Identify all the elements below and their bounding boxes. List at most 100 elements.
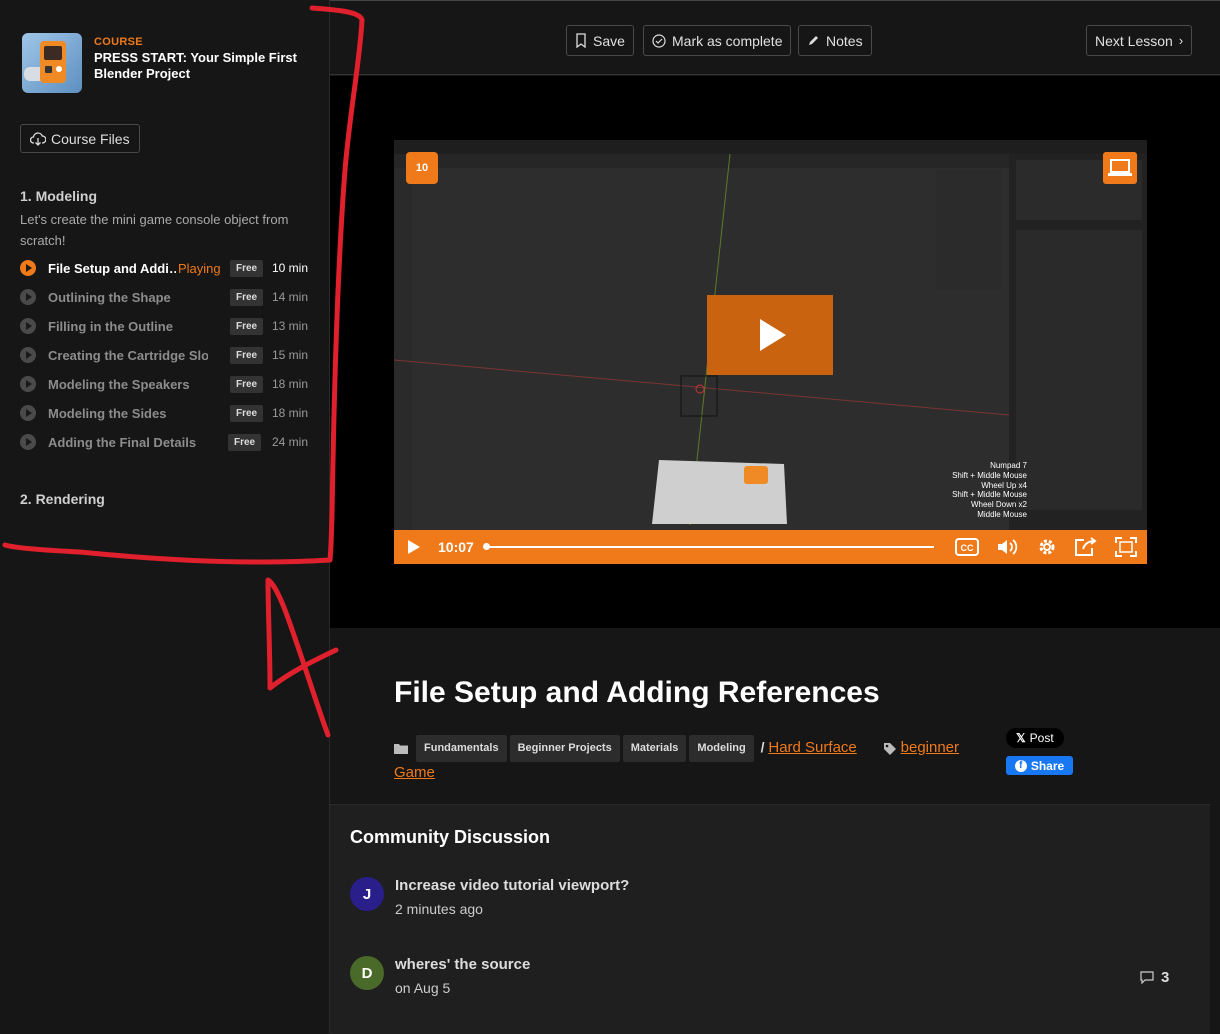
tag-link[interactable]: beginner: [901, 739, 959, 756]
lesson-item[interactable]: File Setup and Addi… Playing Free 10 min: [20, 258, 310, 278]
category-tag[interactable]: Materials: [622, 735, 687, 762]
video-time: 10:07: [438, 539, 474, 555]
x-logo-icon: 𝕏: [1016, 731, 1026, 745]
discussion-post[interactable]: J Increase video tutorial viewport? 2 mi…: [350, 877, 629, 917]
play-circle-icon: [20, 318, 36, 334]
avatar: J: [350, 877, 384, 911]
lesson-name: Filling in the Outline: [48, 318, 173, 334]
lesson-duration: 13 min: [271, 319, 308, 333]
video-player[interactable]: 10 Numpad 7 Shift + Middle Mouse Wheel U…: [394, 140, 1147, 564]
lesson-item[interactable]: Modeling the Sides Free 18 min: [20, 403, 310, 423]
course-label: COURSE: [94, 36, 143, 48]
share-icon[interactable]: [1074, 537, 1098, 557]
lesson-name: Adding the Final Details: [48, 434, 197, 450]
save-button[interactable]: Save: [566, 25, 634, 56]
section-title-rendering[interactable]: 2. Rendering: [20, 491, 105, 507]
video-controls: 10:07 CC: [394, 530, 1147, 564]
category-link[interactable]: Hard Surface: [768, 739, 856, 756]
svg-text:CC: CC: [961, 543, 974, 553]
section-title-modeling[interactable]: 1. Modeling: [20, 188, 97, 204]
fullscreen-icon[interactable]: [1115, 537, 1137, 557]
play-circle-icon: [20, 405, 36, 421]
reply-count[interactable]: 3: [1140, 969, 1169, 986]
post-time: on Aug 5: [395, 980, 451, 996]
discussion-post[interactable]: D wheres' the source on Aug 5: [350, 956, 530, 996]
check-circle-icon: [652, 33, 666, 48]
community-discussion: Community Discussion J Increase video tu…: [330, 804, 1210, 1034]
lesson-title: File Setup and Adding References: [394, 676, 880, 709]
course-files-button[interactable]: Course Files: [20, 124, 140, 153]
lesson-duration: 14 min: [271, 290, 308, 304]
play-circle-icon: [20, 289, 36, 305]
avatar: D: [350, 956, 384, 990]
progress-handle[interactable]: [483, 543, 490, 550]
keystroke-item: Wheel Up x4: [981, 480, 1027, 490]
settings-gear-icon[interactable]: [1037, 537, 1057, 557]
rewind-10-icon[interactable]: 10: [406, 152, 438, 184]
play-circle-icon: [20, 260, 36, 276]
post-title[interactable]: Increase video tutorial viewport?: [395, 877, 629, 894]
lesson-item[interactable]: Adding the Final Details Free 24 min: [20, 432, 310, 452]
reply-count-value: 3: [1161, 969, 1170, 986]
comment-icon: [1140, 971, 1154, 984]
x-post-button[interactable]: 𝕏 Post: [1006, 728, 1064, 748]
lesson-item[interactable]: Creating the Cartridge Slot Free 15 min: [20, 345, 310, 365]
next-lesson-button[interactable]: Next Lesson ›: [1086, 25, 1193, 56]
mark-complete-label: Mark as complete: [672, 32, 783, 49]
progress-bar[interactable]: [483, 543, 934, 550]
laptop-icon: [1103, 152, 1137, 184]
volume-icon[interactable]: [996, 538, 1018, 556]
save-label: Save: [593, 32, 625, 49]
lesson-name: Outlining the Shape: [48, 289, 171, 305]
keystroke-item: Shift + Middle Mouse: [952, 470, 1027, 480]
free-badge: Free: [230, 288, 264, 306]
lesson-duration: 15 min: [271, 348, 308, 362]
category-tag[interactable]: Modeling: [689, 735, 754, 762]
free-badge: Free: [230, 375, 264, 393]
pencil-icon: [809, 36, 818, 45]
section-description: Let's create the mini game console objec…: [20, 212, 289, 248]
video-area: 10 Numpad 7 Shift + Middle Mouse Wheel U…: [330, 76, 1220, 628]
playing-status: Playing: [178, 260, 221, 276]
lesson-tags: Fundamentals Beginner Projects Materials Mo…: [394, 735, 994, 783]
notes-button[interactable]: Notes: [798, 25, 872, 56]
lesson-duration: 18 min: [271, 377, 308, 391]
mark-complete-button[interactable]: Mark as complete: [643, 25, 792, 56]
discussion-title: Community Discussion: [350, 827, 551, 847]
lesson-item[interactable]: Modeling the Speakers Free 18 min: [20, 374, 310, 394]
keystroke-item: Numpad 7: [990, 461, 1027, 470]
lesson-name: Creating the Cartridge Slot: [48, 347, 208, 363]
course-header[interactable]: COURSE PRESS START: Your Simple First Bl…: [22, 33, 309, 93]
category-tag[interactable]: Beginner Projects: [509, 735, 620, 762]
lesson-item[interactable]: Filling in the Outline Free 13 min: [20, 316, 310, 336]
tag-icon: [883, 742, 896, 755]
tag-link[interactable]: Game: [394, 764, 435, 781]
next-lesson-label: Next Lesson: [1095, 32, 1173, 49]
lesson-item[interactable]: Outlining the Shape Free 14 min: [20, 287, 310, 307]
post-time: 2 minutes ago: [395, 901, 483, 917]
course-thumbnail: [22, 33, 82, 93]
free-badge: Free: [228, 433, 262, 451]
keystroke-overlay: Numpad 7 Shift + Middle Mouse Wheel Up x…: [952, 461, 1027, 520]
lesson-name: File Setup and Addi…: [48, 260, 176, 276]
bookmark-icon: [576, 33, 586, 48]
course-title[interactable]: PRESS START: Your Simple First Blender P…: [94, 50, 309, 82]
chevron-right-icon: ›: [1178, 33, 1184, 48]
free-badge: Free: [230, 259, 264, 277]
lesson-duration: 24 min: [271, 435, 308, 449]
facebook-logo-icon: f: [1014, 759, 1027, 772]
big-play-button[interactable]: [707, 295, 833, 375]
post-title[interactable]: wheres' the source: [395, 956, 530, 973]
facebook-share-button[interactable]: f Share: [1006, 756, 1073, 775]
notes-label: Notes: [826, 32, 863, 49]
play-icon[interactable]: [407, 539, 421, 555]
play-circle-icon: [20, 347, 36, 363]
lesson-duration: 18 min: [271, 406, 308, 420]
keystroke-item: Wheel Down x2: [970, 500, 1027, 510]
keystroke-item: Shift + Middle Mouse: [952, 490, 1027, 500]
closed-captions-icon[interactable]: CC: [955, 538, 979, 556]
free-badge: Free: [230, 317, 264, 335]
facebook-share-label: Share: [1030, 758, 1065, 773]
lesson-toolbar: Save Mark as complete Notes Next Lesson …: [330, 0, 1220, 75]
category-tag[interactable]: Fundamentals: [416, 735, 507, 762]
